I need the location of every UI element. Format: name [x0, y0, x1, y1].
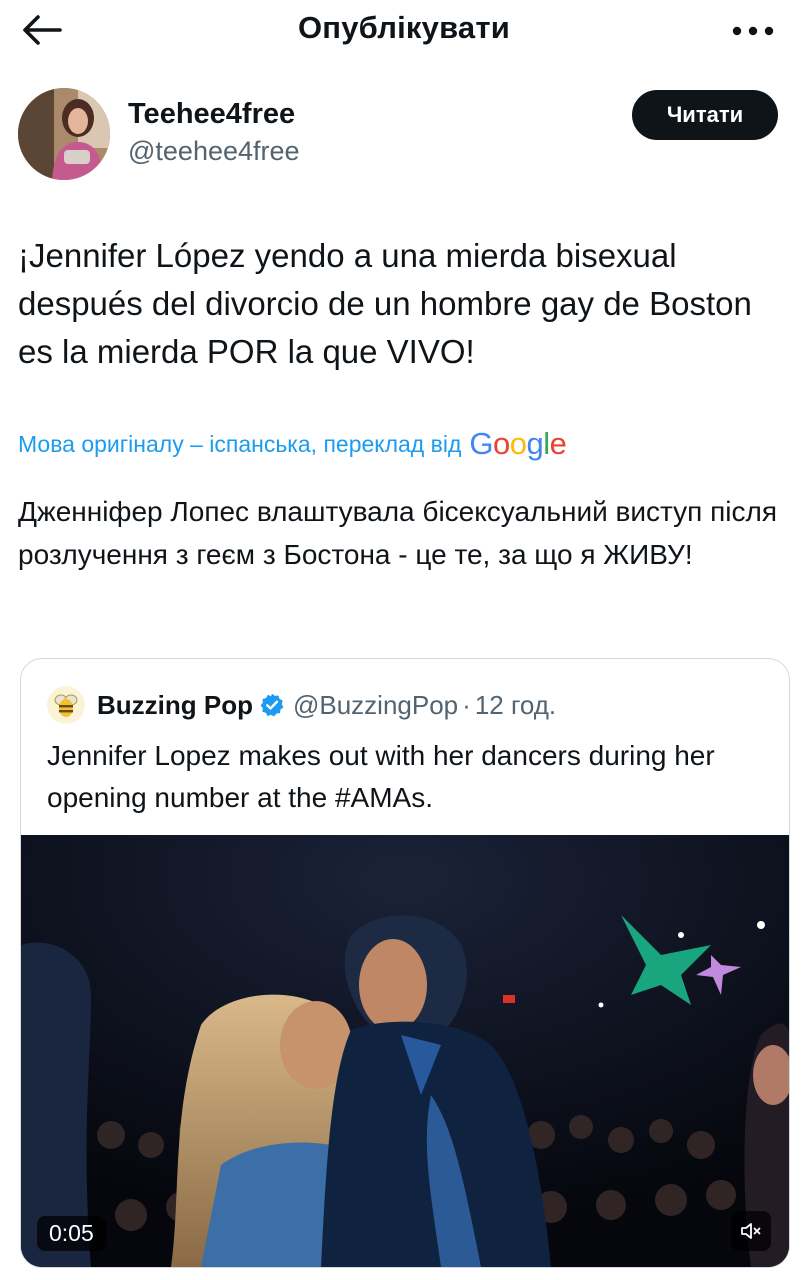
quoted-timestamp[interactable]: 12 год. [475, 690, 556, 721]
more-horizontal-icon [732, 26, 774, 36]
top-bar: Опублікувати [0, 0, 808, 62]
speaker-muted-icon [741, 1223, 761, 1239]
author-handle[interactable]: @teehee4free [128, 136, 300, 167]
author-name[interactable]: Teehee4free [128, 98, 295, 131]
video-frame [21, 835, 789, 1267]
translation-note-text: Мова оригіналу – іспанська, переклад від [18, 430, 462, 457]
google-logo: Google [469, 426, 567, 461]
translation-note[interactable]: Мова оригіналу – іспанська, переклад від… [18, 424, 567, 464]
verified-badge-icon [259, 692, 285, 718]
translated-text: Дженніфер Лопес влаштувала бісексуальний… [18, 496, 777, 570]
follow-button[interactable]: Читати [632, 90, 778, 140]
mute-button[interactable] [731, 1211, 771, 1251]
author-row: Teehee4free @teehee4free Читати [18, 88, 778, 180]
video-duration: 0:05 [37, 1216, 106, 1251]
separator-dot: · [462, 689, 471, 720]
page-title: Опублікувати [297, 10, 511, 45]
quoted-tweet-text: Jennifer Lopez makes out with her dancer… [47, 740, 715, 813]
bee-glyph [54, 694, 78, 717]
more-button[interactable] [728, 14, 778, 48]
quoted-tweet-header: Buzzing Pop @BuzzingPop · 12 год. [47, 685, 556, 725]
quoted-author-name[interactable]: Buzzing Pop [97, 690, 253, 721]
video-player[interactable]: 0:05 [21, 835, 789, 1267]
tweet-text: ¡Jennifer López yendo a una mierda bisex… [18, 237, 752, 370]
bee-icon[interactable] [47, 686, 85, 724]
quoted-author-handle[interactable]: @BuzzingPop [293, 690, 458, 721]
avatar[interactable] [18, 88, 110, 180]
avatar-image [18, 88, 110, 180]
quoted-tweet[interactable]: Buzzing Pop @BuzzingPop · 12 год. Jennif… [20, 658, 790, 1268]
